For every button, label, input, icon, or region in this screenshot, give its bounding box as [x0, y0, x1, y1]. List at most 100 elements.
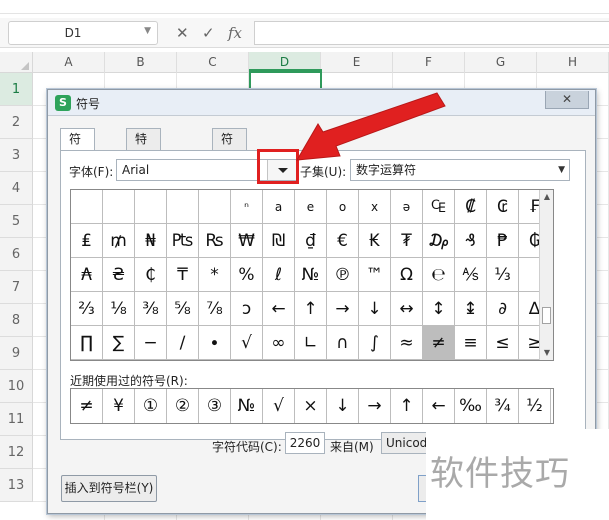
symbol-cell[interactable]: ↄ: [231, 292, 263, 326]
symbol-cell[interactable]: ₡: [455, 190, 487, 224]
recent-symbol-cell[interactable]: ①: [135, 389, 167, 423]
symbol-cell[interactable]: ₵: [135, 258, 167, 292]
tab-special-characters[interactable]: 特殊字符(P): [126, 128, 161, 226]
recent-symbol-cell[interactable]: ½: [519, 389, 551, 423]
insert-function-icon[interactable]: fx: [228, 24, 242, 42]
symbol-cell[interactable]: ∫: [359, 326, 391, 360]
symbol-cell[interactable]: ℗: [327, 258, 359, 292]
symbol-cell[interactable]: *: [199, 258, 231, 292]
row-header-12[interactable]: 12: [0, 436, 33, 469]
recent-symbol-cell[interactable]: ×: [295, 389, 327, 423]
name-box[interactable]: D1 ▼: [8, 21, 158, 45]
chevron-down-icon[interactable]: ▼: [558, 160, 565, 180]
symbol-cell[interactable]: ≤: [487, 326, 519, 360]
symbol-cell[interactable]: ℓ: [263, 258, 295, 292]
symbol-cell[interactable]: [71, 190, 103, 224]
row-header-1[interactable]: 1: [0, 73, 33, 106]
symbol-cell[interactable]: ↔: [391, 292, 423, 326]
symbol-cell[interactable]: ₪: [263, 224, 295, 258]
symbol-grid-scrollbar[interactable]: ▲ ▼: [539, 190, 553, 360]
close-button[interactable]: ✕: [545, 91, 589, 109]
symbol-cell[interactable]: €: [327, 224, 359, 258]
symbol-cell[interactable]: ≈: [391, 326, 423, 360]
symbol-cell[interactable]: a: [263, 190, 295, 224]
symbol-cell[interactable]: ∙: [199, 326, 231, 360]
symbol-cell[interactable]: ∏: [71, 326, 103, 360]
column-header-b[interactable]: B: [105, 52, 177, 73]
symbol-cell[interactable]: ⅞: [199, 292, 231, 326]
symbol-cell[interactable]: ⅜: [135, 292, 167, 326]
symbol-cell[interactable]: ∂: [487, 292, 519, 326]
symbol-cell[interactable]: ₰: [455, 224, 487, 258]
symbol-cell[interactable]: ₤: [71, 224, 103, 258]
symbol-cell[interactable]: ₦: [135, 224, 167, 258]
symbol-cell[interactable]: ↕: [423, 292, 455, 326]
symbol-cell[interactable]: ₭: [359, 224, 391, 258]
symbol-cell[interactable]: →: [327, 292, 359, 326]
symbol-cell[interactable]: ₧: [167, 224, 199, 258]
symbol-cell[interactable]: o: [327, 190, 359, 224]
recent-symbol-cell[interactable]: √: [263, 389, 295, 423]
symbol-cell[interactable]: ↑: [295, 292, 327, 326]
symbol-cell[interactable]: ⅝: [167, 292, 199, 326]
symbol-cell[interactable]: −: [135, 326, 167, 360]
row-header-9[interactable]: 9: [0, 337, 33, 370]
symbol-cell[interactable]: ∞: [263, 326, 295, 360]
recent-symbol-cell[interactable]: ¥: [103, 389, 135, 423]
cancel-icon[interactable]: ✕: [176, 24, 189, 42]
row-header-10[interactable]: 10: [0, 370, 33, 403]
symbol-cell[interactable]: №: [295, 258, 327, 292]
symbol-cell[interactable]: %: [231, 258, 263, 292]
symbol-cell[interactable]: ⅓: [487, 258, 519, 292]
row-header-11[interactable]: 11: [0, 403, 33, 436]
symbol-cell[interactable]: ₠: [423, 190, 455, 224]
symbol-cell[interactable]: ←: [263, 292, 295, 326]
symbol-cell[interactable]: ₫: [295, 224, 327, 258]
column-header-g[interactable]: G: [465, 52, 537, 73]
recent-symbol-cell[interactable]: ¾: [487, 389, 519, 423]
symbol-cell[interactable]: Ω: [391, 258, 423, 292]
recent-symbol-cell[interactable]: →: [359, 389, 391, 423]
row-header-2[interactable]: 2: [0, 106, 33, 139]
symbol-cell[interactable]: [167, 190, 199, 224]
chevron-down-icon[interactable]: ▼: [144, 26, 151, 36]
column-header-c[interactable]: C: [177, 52, 249, 73]
select-all-corner[interactable]: [0, 52, 33, 73]
symbol-cell[interactable]: [135, 190, 167, 224]
symbol-cell[interactable]: ↓: [359, 292, 391, 326]
column-header-e[interactable]: E: [321, 52, 393, 73]
symbol-cell[interactable]: ə: [391, 190, 423, 224]
subset-select[interactable]: 数字运算符 ▼: [350, 159, 570, 181]
row-header-5[interactable]: 5: [0, 205, 33, 238]
recent-symbol-cell[interactable]: ‰: [455, 389, 487, 423]
row-header-13[interactable]: 13: [0, 469, 33, 502]
symbol-cell[interactable]: ₩: [231, 224, 263, 258]
symbol-cell[interactable]: ≡: [455, 326, 487, 360]
recent-symbol-cell[interactable]: ③: [199, 389, 231, 423]
symbol-cell[interactable]: √: [231, 326, 263, 360]
symbol-cell[interactable]: ₸: [167, 258, 199, 292]
symbol-cell[interactable]: ₥: [103, 224, 135, 258]
symbol-cell[interactable]: ∕: [167, 326, 199, 360]
symbol-cell[interactable]: ∑: [103, 326, 135, 360]
column-header-a[interactable]: A: [33, 52, 105, 73]
symbol-cell[interactable]: ⅔: [71, 292, 103, 326]
recent-symbol-cell[interactable]: ≠: [71, 389, 103, 423]
row-header-6[interactable]: 6: [0, 238, 33, 271]
row-header-8[interactable]: 8: [0, 304, 33, 337]
recent-symbol-cell[interactable]: ↑: [391, 389, 423, 423]
symbol-cell[interactable]: ↨: [455, 292, 487, 326]
formula-input[interactable]: [254, 21, 609, 45]
column-header-f[interactable]: F: [393, 52, 465, 73]
symbol-cell[interactable]: ₳: [71, 258, 103, 292]
recent-symbol-cell[interactable]: ↓: [327, 389, 359, 423]
row-header-7[interactable]: 7: [0, 271, 33, 304]
scroll-down-icon[interactable]: ▼: [540, 348, 554, 357]
symbol-cell[interactable]: ℮: [423, 258, 455, 292]
symbol-cell[interactable]: ₮: [391, 224, 423, 258]
scroll-up-icon[interactable]: ▲: [540, 192, 554, 201]
scrollbar-thumb[interactable]: [542, 307, 551, 324]
confirm-icon[interactable]: ✓: [202, 24, 215, 42]
symbol-cell[interactable]: ₯: [423, 224, 455, 258]
recent-symbol-cell[interactable]: №: [231, 389, 263, 423]
